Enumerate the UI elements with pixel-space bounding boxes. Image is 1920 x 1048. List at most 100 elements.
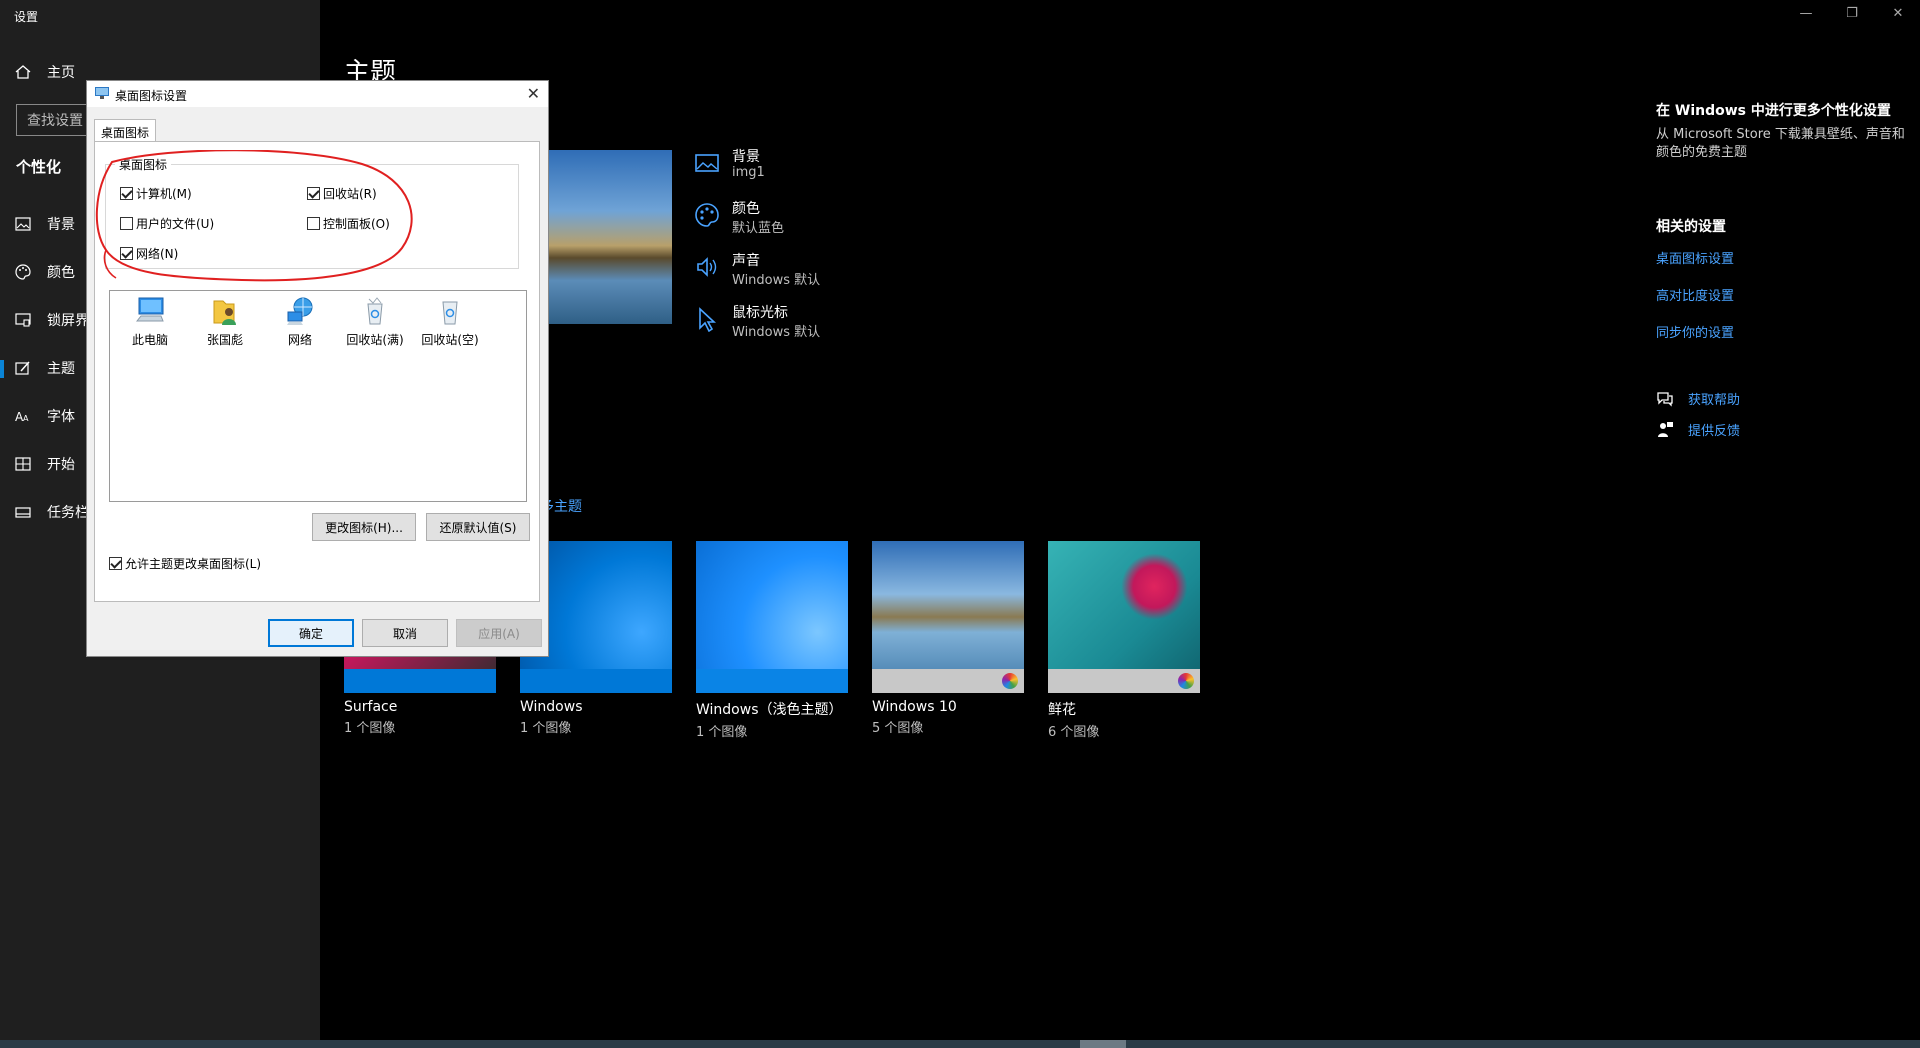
icon-item-user-folder[interactable]: 张国彪 [193,295,257,348]
icon-item-this-pc[interactable]: 此电脑 [118,295,182,348]
sync-settings-link[interactable]: 同步你的设置 [1656,322,1906,341]
desktop-icon-list[interactable]: 此电脑 张国彪 网络 回收站(满) 回收站(空) [109,290,527,502]
speaker-icon [697,257,717,277]
checkbox-box[interactable] [120,247,133,260]
checkbox-box[interactable] [109,557,122,570]
property-sounds[interactable]: 声音 Windows 默认 [694,250,894,294]
right-panel: 在 Windows 中进行更多个性化设置 从 Microsoft Store 下… [1656,100,1906,439]
recycle-bin-empty-icon [442,301,458,325]
close-window-button[interactable]: ✕ [1888,6,1908,26]
theme-thumbnail [1048,541,1200,693]
theme-preview-image [528,150,672,324]
theme-name: Surface [344,699,398,715]
sidebar-item-label: 背景 [47,217,75,233]
home-icon [15,65,31,79]
section-title: 个性化 [16,158,62,176]
property-background[interactable]: 背景 img1 [694,146,894,190]
icon-label: 回收站(空) [421,333,479,347]
recycle-bin-checkbox[interactable]: 回收站(R) [307,185,377,202]
property-title: 声音 [732,253,760,269]
property-title: 背景 [732,149,760,165]
checkbox-box[interactable] [120,187,133,200]
checkbox-label: 计算机(M) [136,187,192,201]
svg-text:A: A [23,414,29,423]
user-files-checkbox[interactable]: 用户的文件(U) [120,215,214,232]
sidebar-item-label: 任务栏 [47,505,89,521]
property-title: 鼠标光标 [732,305,788,321]
this-pc-icon [135,297,164,322]
icon-label: 张国彪 [206,333,243,347]
theme-name: 鲜花 [1048,702,1076,718]
icon-label: 网络 [287,333,312,347]
theme-card-windows-light[interactable]: Windows（浅色主题） 1 个图像 [696,541,848,740]
help-chat-icon [1657,391,1673,407]
allow-themes-checkbox[interactable]: 允许主题更改桌面图标(L) [109,555,261,572]
ok-button[interactable]: 确定 [268,619,354,647]
property-colors[interactable]: 颜色 默认蓝色 [694,198,894,242]
user-folder-icon [213,300,236,325]
high-contrast-settings-link[interactable]: 高对比度设置 [1656,285,1906,304]
property-value: img1 [732,165,765,180]
theme-name: Windows 10 [872,699,957,715]
color-palette-icon [1002,673,1018,689]
network-checkbox[interactable]: 网络(N) [120,245,178,262]
related-settings-title: 相关的设置 [1656,219,1726,235]
checkbox-label: 回收站(R) [323,187,377,201]
icon-label: 回收站(满) [346,333,404,347]
theme-brush-icon [15,361,30,375]
computer-checkbox[interactable]: 计算机(M) [120,185,192,202]
theme-count: 6 个图像 [1048,725,1100,740]
tab-desktop-icons[interactable]: 桌面图标 [94,119,156,142]
picture-icon [15,217,31,231]
desktop-icon-settings-link[interactable]: 桌面图标设置 [1656,248,1906,267]
theme-card-flowers[interactable]: 鲜花 6 个图像 [1048,541,1200,740]
change-icon-button[interactable]: 更改图标(H)... [312,513,416,541]
picture-icon [695,154,719,172]
cancel-button[interactable]: 取消 [362,619,448,647]
font-icon: AA [15,410,29,424]
recycle-bin-full-icon [367,297,383,325]
restore-default-button[interactable]: 还原默认值(S) [426,513,530,541]
palette-icon [15,264,31,280]
search-placeholder: 查找设置 [27,113,83,129]
feedback-icon [1658,421,1673,437]
control-panel-checkbox[interactable]: 控制面板(O) [307,215,390,232]
desktop-icon-settings-dialog: 桌面图标设置 ✕ 桌面图标 桌面图标 计算机(M) 回收站(R) 用户的文件(U… [86,80,549,657]
get-help-label: 获取帮助 [1688,393,1741,408]
checkbox-box[interactable] [307,187,320,200]
sidebar-item-label: 锁屏界 [47,313,89,329]
dialog-titlebar[interactable]: 桌面图标设置 ✕ [87,81,548,107]
icon-item-recycle-bin-full[interactable]: 回收站(满) [343,295,407,348]
minimize-button[interactable]: — [1796,6,1816,26]
checkbox-label: 网络(N) [136,247,179,261]
palette-icon [695,203,719,227]
promo-text: 从 Microsoft Store 下载兼具壁纸、声音和颜色的免费主题 [1656,127,1905,160]
property-cursor[interactable]: 鼠标光标 Windows 默认 [694,302,894,346]
give-feedback-link[interactable]: 提供反馈 [1656,420,1906,439]
checkbox-label: 控制面板(O) [323,217,390,231]
icon-item-network[interactable]: 网络 [268,295,332,348]
theme-card-windows-10[interactable]: Windows 10 5 个图像 [872,541,1024,736]
groupbox-label: 桌面图标 [115,156,172,173]
get-help-link[interactable]: 获取帮助 [1656,389,1906,408]
app-title: 设置 [14,10,39,24]
close-icon[interactable]: ✕ [527,84,540,103]
start-icon [15,457,31,471]
taskbar-icon [15,507,31,518]
restore-button[interactable]: ❐ [1842,6,1862,26]
checkbox-box[interactable] [120,217,133,230]
promo-title: 在 Windows 中进行更多个性化设置 [1656,103,1891,119]
theme-count: 5 个图像 [872,721,924,736]
property-value: 默认蓝色 [732,221,785,236]
checkbox-box[interactable] [307,217,320,230]
sidebar-item-label: 颜色 [47,265,75,281]
lockscreen-icon [15,313,31,327]
checkbox-label: 允许主题更改桌面图标(L) [125,557,262,571]
theme-name: Windows [520,699,583,715]
icon-label: 此电脑 [131,333,168,347]
property-value: Windows 默认 [732,325,821,340]
icon-item-recycle-bin-empty[interactable]: 回收站(空) [418,295,482,348]
apply-button[interactable]: 应用(A) [456,619,542,647]
color-palette-icon [1178,673,1194,689]
scroll-thumb[interactable] [1080,1040,1126,1048]
